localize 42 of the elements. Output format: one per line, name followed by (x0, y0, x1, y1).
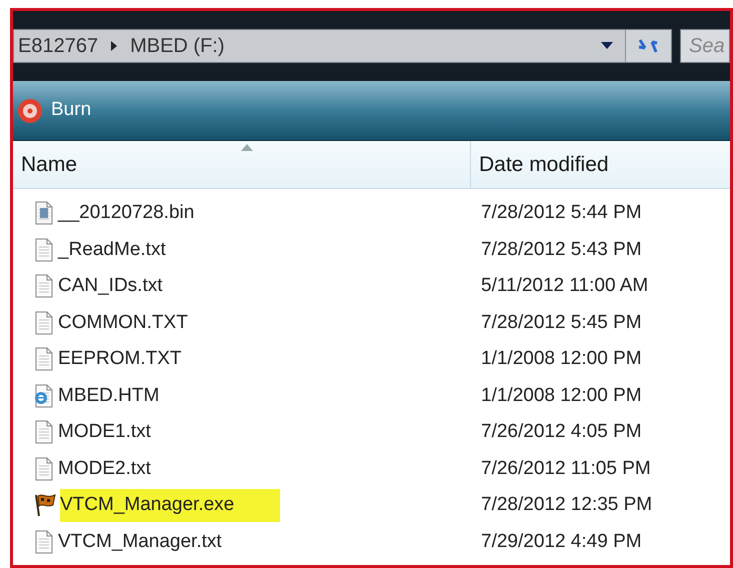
file-name[interactable]: MBED.HTM (58, 382, 160, 410)
address-bar[interactable]: E812767 MBED (F:) (13, 29, 672, 63)
date-modified: 7/28/2012 5:43 PM (480, 238, 642, 262)
date-modified: 7/28/2012 5:44 PM (480, 201, 642, 225)
breadcrumb-arrow-icon (110, 41, 118, 51)
sort-ascending-icon (241, 144, 253, 151)
file-name[interactable]: VTCM_Manager.exe (60, 489, 280, 522)
file-name[interactable]: _ReadMe.txt (58, 236, 166, 264)
text-file-icon (33, 530, 55, 554)
breadcrumb-item[interactable]: MBED (F:) (130, 31, 225, 61)
disc-icon (17, 98, 43, 124)
file-name[interactable]: CAN_IDs.txt (58, 272, 163, 300)
date-modified: 1/1/2008 12:00 PM (480, 384, 642, 408)
web-page-icon (33, 384, 55, 408)
text-file-icon (33, 238, 55, 262)
file-name[interactable]: __20120728.bin (58, 199, 194, 228)
burn-button[interactable]: Burn (17, 96, 92, 125)
date-modified: 7/26/2012 4:05 PM (480, 420, 642, 444)
dropdown-icon[interactable] (601, 42, 613, 50)
date-modified: 5/11/2012 11:00 AM (480, 274, 648, 298)
text-file-icon (33, 310, 55, 335)
file-name[interactable]: EEPROM.TXT (58, 345, 182, 374)
date-modified: 7/29/2012 4:49 PM (480, 530, 642, 554)
binary-file-icon (33, 201, 55, 226)
text-file-icon (33, 347, 55, 372)
refresh-button[interactable] (625, 30, 671, 62)
date-modified: 7/28/2012 12:35 PM (480, 493, 652, 517)
breadcrumb-item[interactable]: E812767 (18, 31, 98, 61)
file-name[interactable]: MODE1.txt (58, 418, 151, 446)
text-file-icon (33, 274, 55, 298)
flag-icon (33, 493, 57, 518)
date-modified: 7/28/2012 5:45 PM (480, 310, 642, 334)
text-file-icon (33, 420, 55, 444)
file-name[interactable]: MODE2.txt (58, 454, 151, 483)
file-name[interactable]: COMMON.TXT (58, 308, 188, 337)
column-header[interactable]: Date modified (471, 141, 730, 188)
date-modified: 1/1/2008 12:00 PM (480, 347, 642, 371)
file-name[interactable]: VTCM_Manager.txt (58, 528, 222, 556)
column-header[interactable]: Name (13, 141, 471, 188)
date-modified: 7/26/2012 11:05 PM (480, 456, 651, 480)
search-field[interactable]: Sea (680, 29, 730, 63)
text-file-icon (33, 456, 55, 481)
